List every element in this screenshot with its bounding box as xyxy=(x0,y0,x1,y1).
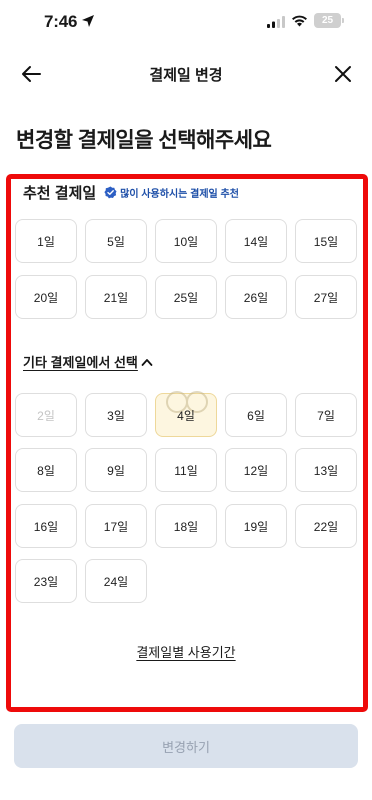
day-option-5[interactable]: 5일 xyxy=(85,219,147,263)
day-option-25[interactable]: 25일 xyxy=(155,275,217,319)
day-option-1[interactable]: 1일 xyxy=(15,219,77,263)
day-option-19[interactable]: 19일 xyxy=(225,504,287,548)
day-option-21[interactable]: 21일 xyxy=(85,275,147,319)
recommended-badge: 많이 사용하시는 결제일 추천 xyxy=(120,188,239,200)
day-option-12[interactable]: 12일 xyxy=(225,448,287,492)
day-option-20[interactable]: 20일 xyxy=(15,275,77,319)
location-arrow-icon xyxy=(82,15,94,27)
day-option-16[interactable]: 16일 xyxy=(15,504,77,548)
day-option-10[interactable]: 10일 xyxy=(155,219,217,263)
status-time: 7:46 xyxy=(44,12,78,31)
battery-indicator: 25 xyxy=(314,13,341,28)
day-option-24[interactable]: 24일 xyxy=(85,559,147,603)
recommended-title: 추천 결제일 xyxy=(23,184,97,202)
nav-title: 결제일 변경 xyxy=(149,67,223,84)
day-option-3[interactable]: 3일 xyxy=(85,393,147,437)
status-bar: 7:46 25 xyxy=(0,0,372,44)
day-option-4[interactable]: 4일 xyxy=(155,391,217,437)
day-option-17[interactable]: 17일 xyxy=(85,504,147,548)
close-icon[interactable] xyxy=(334,65,352,83)
day-option-7[interactable]: 7일 xyxy=(295,393,357,437)
day-option-15[interactable]: 15일 xyxy=(295,219,357,263)
day-option-4-label: 4일 xyxy=(177,408,195,423)
other-days-label: 기타 결제일에서 선택 xyxy=(23,355,138,370)
day-option-26[interactable]: 26일 xyxy=(225,275,287,319)
wifi-icon xyxy=(292,15,307,27)
day-option-18[interactable]: 18일 xyxy=(155,504,217,548)
chevron-up-icon xyxy=(141,358,153,366)
day-option-27[interactable]: 27일 xyxy=(295,275,357,319)
nav-bar: 결제일 변경 xyxy=(0,52,372,96)
verified-check-icon xyxy=(104,186,117,198)
day-option-9[interactable]: 9일 xyxy=(85,448,147,492)
day-option-11[interactable]: 11일 xyxy=(155,448,217,492)
day-option-8[interactable]: 8일 xyxy=(15,448,77,492)
day-option-22[interactable]: 22일 xyxy=(295,504,357,548)
change-submit-button[interactable]: 변경하기 xyxy=(14,724,358,768)
day-option-6[interactable]: 6일 xyxy=(225,393,287,437)
day-option-2: 2일 xyxy=(15,393,77,437)
page-title: 변경할 결제일을 선택해주세요 xyxy=(16,129,272,152)
day-option-13[interactable]: 13일 xyxy=(295,448,357,492)
day-option-14[interactable]: 14일 xyxy=(225,219,287,263)
usage-period-link[interactable]: 결제일별 사용기간 xyxy=(0,642,372,661)
cellular-signal-icon xyxy=(267,16,285,28)
other-days-toggle[interactable]: 기타 결제일에서 선택 xyxy=(23,352,153,371)
battery-tip xyxy=(342,18,344,23)
day-option-23[interactable]: 23일 xyxy=(15,559,77,603)
recommended-header: 추천 결제일 많이 사용하시는 결제일 추천 xyxy=(23,180,239,204)
